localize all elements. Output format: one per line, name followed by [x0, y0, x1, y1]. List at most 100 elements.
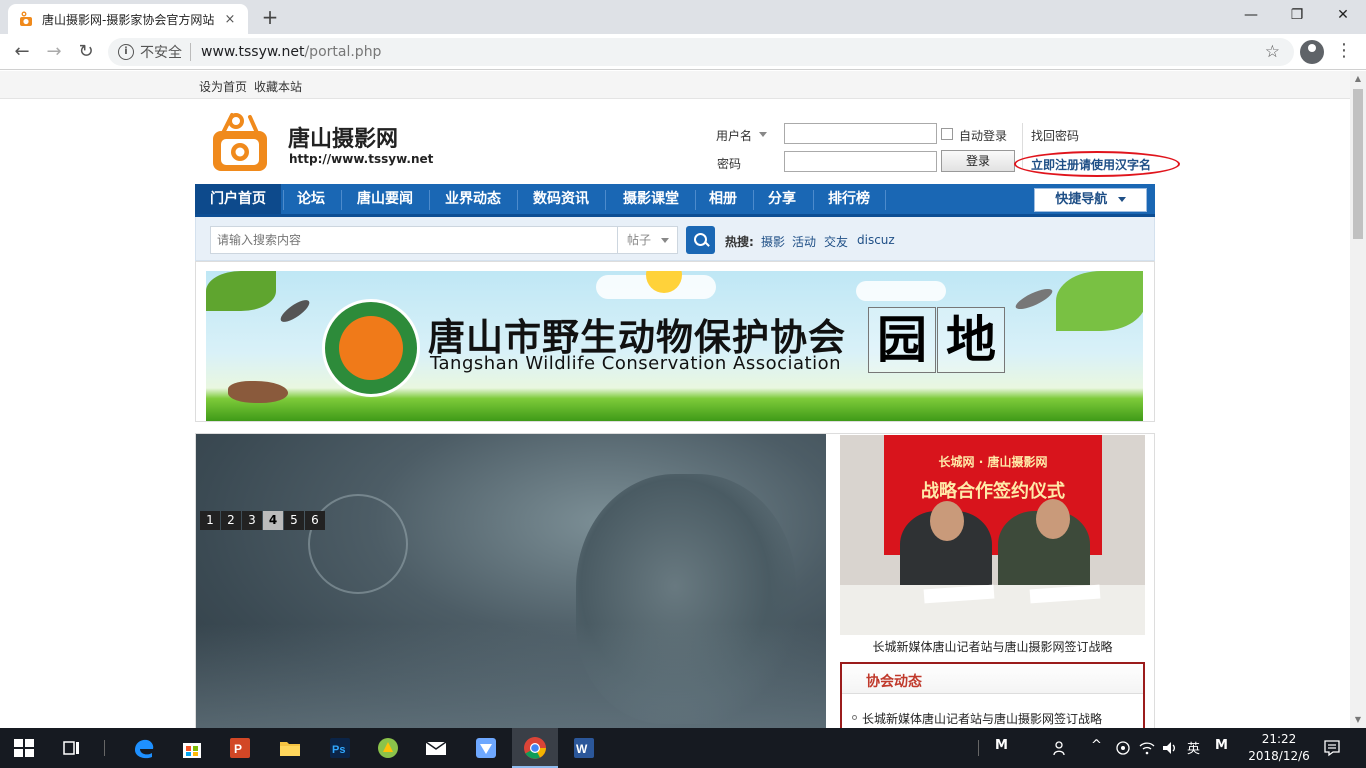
browser-tab[interactable]: 唐山摄影网-摄影家协会官方网站 × — [8, 4, 248, 34]
wifi-icon[interactable] — [1138, 739, 1156, 757]
store-icon[interactable] — [180, 736, 204, 760]
slide-page-button[interactable]: 2 — [221, 511, 241, 530]
file-explorer-icon[interactable] — [278, 736, 302, 760]
slide-page-button[interactable]: 1 — [200, 511, 220, 530]
person-head-shape — [930, 501, 964, 541]
tab-close-icon[interactable]: × — [222, 12, 238, 27]
search-input[interactable] — [210, 226, 618, 254]
reload-button[interactable]: ↻ — [74, 40, 98, 64]
security-label[interactable]: 不安全 — [140, 42, 182, 62]
password-input[interactable] — [784, 151, 937, 172]
new-tab-button[interactable]: + — [258, 5, 282, 29]
tray-expand-icon[interactable]: ^ — [1091, 738, 1102, 753]
minimize-button[interactable]: — — [1228, 0, 1274, 30]
back-button[interactable]: ← — [10, 40, 34, 64]
hot-search-link[interactable]: 活动 — [792, 233, 816, 250]
page-viewport: 设为首页 收藏本站 唐山摄影网 http://www.tssyw.net 用户名… — [0, 71, 1350, 728]
photoshop-icon[interactable]: Ps — [328, 736, 352, 760]
people-icon[interactable] — [1052, 739, 1070, 757]
messenger-icon[interactable] — [474, 736, 498, 760]
haze-overlay — [196, 624, 826, 728]
username-dropdown-icon[interactable] — [759, 132, 767, 137]
nav-item-ranking[interactable]: 排行榜 — [817, 184, 881, 214]
association-banner[interactable]: 唐山市野生动物保护协会 Tangshan Wildlife Conservati… — [206, 271, 1143, 421]
nav-divider — [517, 190, 518, 210]
window-close-button[interactable]: ✕ — [1320, 0, 1366, 30]
powerpoint-icon[interactable]: P — [228, 736, 252, 760]
info-icon[interactable]: i — [118, 44, 134, 60]
word-icon[interactable]: W — [572, 736, 596, 760]
slide-page-button[interactable]: 3 — [242, 511, 262, 530]
auto-login-checkbox[interactable] — [941, 128, 953, 140]
feature-photo[interactable]: 长城网 · 唐山摄影网 战略合作签约仪式 — [840, 435, 1145, 635]
mail-icon[interactable] — [424, 736, 448, 760]
nav-item-tangshan-news[interactable]: 唐山要闻 — [345, 184, 425, 214]
nav-item-industry[interactable]: 业界动态 — [433, 184, 513, 214]
address-bar[interactable]: i 不安全 www.tssyw.net/portal.php ☆ — [108, 38, 1294, 66]
slideshow-image[interactable] — [196, 434, 826, 728]
slide-page-button[interactable]: 6 — [305, 511, 325, 530]
username-input[interactable] — [784, 123, 937, 144]
site-favicon-icon — [20, 11, 32, 26]
tray-m-label[interactable]: M — [995, 738, 1008, 753]
bookmark-site-link[interactable]: 收藏本站 — [254, 78, 302, 95]
nav-item-classroom[interactable]: 摄影课堂 — [609, 184, 693, 214]
slide-page-button[interactable]: 5 — [284, 511, 304, 530]
maximize-button[interactable]: ❐ — [1274, 0, 1320, 30]
tray-m-label[interactable]: M — [1215, 738, 1228, 753]
url-host: www.tssyw.net — [201, 44, 305, 60]
app-icon[interactable] — [376, 736, 400, 760]
site-logo-icon[interactable] — [210, 111, 270, 173]
taskbar-divider — [104, 740, 105, 756]
auto-login-label[interactable]: 自动登录 — [959, 127, 1007, 144]
slide-page-button-active[interactable]: 4 — [263, 511, 283, 530]
nav-divider — [605, 190, 606, 210]
volume-icon[interactable] — [1161, 739, 1179, 757]
search-type-select[interactable]: 帖子 — [618, 226, 678, 254]
nav-item-digital[interactable]: 数码资讯 — [521, 184, 601, 214]
scroll-down-icon[interactable]: ▼ — [1350, 712, 1366, 728]
account-avatar-icon[interactable] — [1300, 40, 1324, 64]
find-password-link[interactable]: 找回密码 — [1031, 127, 1079, 144]
chevron-down-icon — [661, 238, 669, 243]
hot-search-link[interactable]: 交友 — [824, 233, 848, 250]
cloud-shape — [856, 281, 946, 301]
site-url: http://www.tssyw.net — [289, 152, 434, 166]
hot-search-link[interactable]: 摄影 — [761, 233, 785, 250]
bird-shape — [1013, 285, 1055, 313]
nav-item-album[interactable]: 相册 — [699, 184, 747, 214]
news-panel: 协会动态 长城新媒体唐山记者站与唐山摄影网签订战略 — [840, 662, 1145, 728]
news-panel-title: 协会动态 — [866, 674, 922, 690]
edge-browser-icon[interactable] — [132, 736, 156, 760]
username-label: 用户名 — [716, 129, 753, 143]
forward-button[interactable]: → — [42, 40, 66, 64]
nav-item-forum[interactable]: 论坛 — [285, 184, 337, 214]
network-tray-icon[interactable] — [1114, 739, 1132, 757]
system-clock[interactable]: 21:22 2018/12/6 — [1248, 731, 1310, 765]
quick-nav-button[interactable]: 快捷导航 — [1034, 188, 1147, 212]
scroll-up-icon[interactable]: ▲ — [1350, 71, 1366, 87]
feature-caption[interactable]: 长城新媒体唐山记者站与唐山摄影网签订战略 — [840, 638, 1145, 655]
tab-strip: 唐山摄影网-摄影家协会官方网站 × + — ❐ ✕ — [0, 0, 1366, 34]
nav-divider — [753, 190, 754, 210]
set-home-link[interactable]: 设为首页 — [199, 78, 247, 95]
page-scrollbar[interactable]: ▲ ▼ — [1350, 71, 1366, 728]
search-icon[interactable] — [686, 226, 715, 254]
register-highlight-annotation — [1014, 151, 1180, 177]
input-method-label[interactable]: 英 — [1187, 738, 1200, 757]
nav-item-share[interactable]: 分享 — [757, 184, 807, 214]
news-item[interactable]: 长城新媒体唐山记者站与唐山摄影网签订战略 — [862, 710, 1102, 727]
hot-search-link[interactable]: discuz — [857, 233, 895, 247]
chrome-icon[interactable] — [523, 736, 547, 760]
person-head-shape — [1036, 499, 1070, 539]
banner-char: 园 — [868, 307, 936, 373]
windows-start-icon[interactable] — [12, 736, 36, 760]
bookmark-star-icon[interactable]: ☆ — [1265, 42, 1280, 62]
toolbar: ← → ↻ i 不安全 www.tssyw.net/portal.php ☆ ⋮ — [0, 34, 1366, 70]
task-view-icon[interactable] — [60, 736, 84, 760]
nav-item-portal-home[interactable]: 门户首页 — [195, 184, 281, 214]
browser-menu-icon[interactable]: ⋮ — [1334, 40, 1354, 64]
login-button[interactable]: 登录 — [941, 150, 1015, 172]
notifications-icon[interactable] — [1322, 738, 1342, 758]
scrollbar-thumb[interactable] — [1353, 89, 1363, 239]
